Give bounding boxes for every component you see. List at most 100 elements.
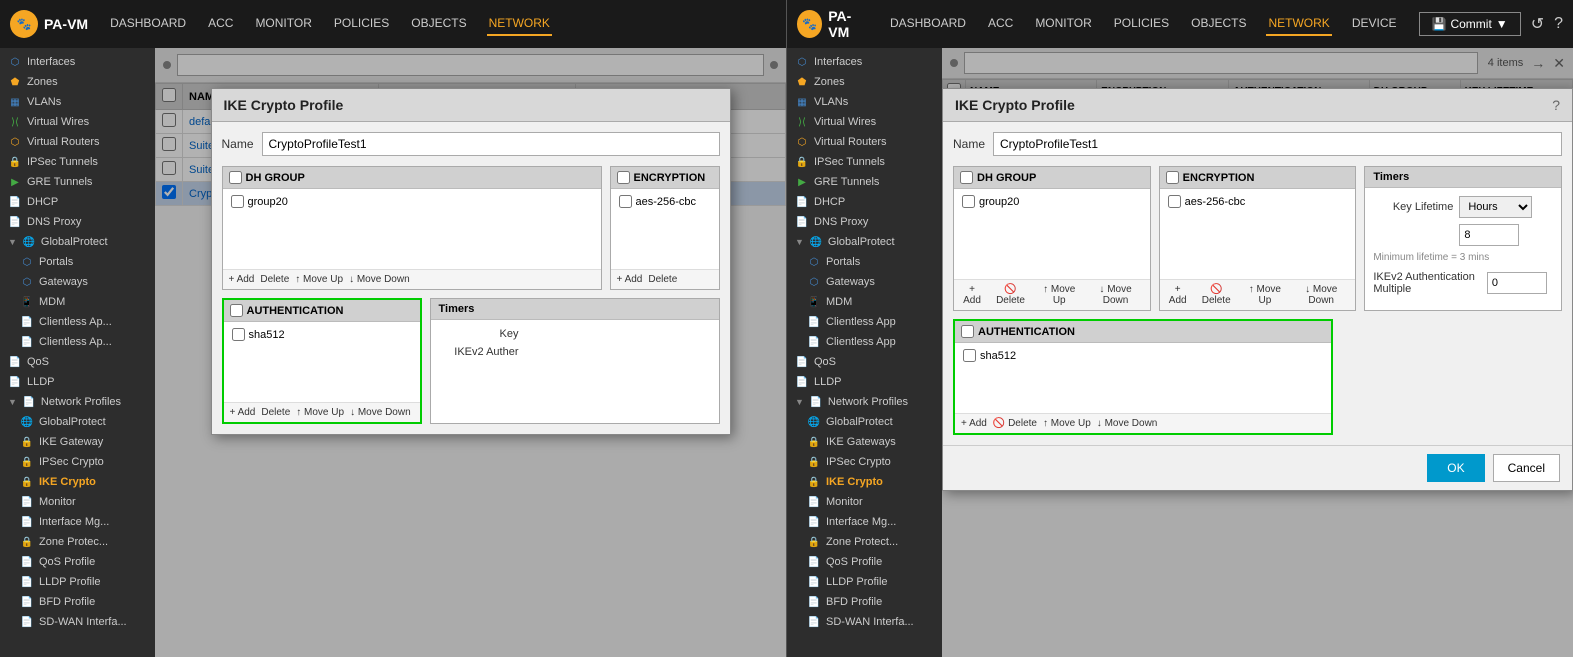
right-dh-down-btn[interactable]: ↓ Move Down bbox=[1087, 284, 1143, 306]
left-sidebar-lldpprofile[interactable]: 📄 LLDP Profile bbox=[0, 572, 155, 592]
left-dh-group-item[interactable]: group20 bbox=[227, 193, 597, 210]
right-auth-item-check[interactable] bbox=[963, 349, 976, 362]
right-auth-delete-btn[interactable]: 🚫 Delete bbox=[993, 418, 1037, 429]
left-nav-policies[interactable]: POLICIES bbox=[332, 12, 391, 36]
left-sidebar-ipsectunnels[interactable]: 🔒 IPSec Tunnels bbox=[0, 152, 155, 172]
left-sidebar-qosprofile[interactable]: 📄 QoS Profile bbox=[0, 552, 155, 572]
left-modal-name-input[interactable] bbox=[262, 132, 720, 156]
right-commit-button[interactable]: 💾 Commit ▼ bbox=[1419, 12, 1521, 36]
right-sidebar-zones[interactable]: ⬟ Zones bbox=[787, 72, 942, 92]
left-auth-item-check[interactable] bbox=[232, 328, 245, 341]
right-sidebar-netprofiles[interactable]: ▼ 📄 Network Profiles bbox=[787, 392, 942, 412]
right-cancel-button[interactable]: Cancel bbox=[1493, 454, 1560, 482]
right-sidebar-vlans[interactable]: ▦ VLANs bbox=[787, 92, 942, 112]
right-dh-item[interactable]: group20 bbox=[958, 193, 1146, 210]
left-auth-up-btn[interactable]: ↑ Move Up bbox=[296, 407, 344, 418]
left-auth-item[interactable]: sha512 bbox=[228, 326, 416, 343]
left-sidebar-interfacemg[interactable]: 📄 Interface Mg... bbox=[0, 512, 155, 532]
left-nav-objects[interactable]: OBJECTS bbox=[409, 12, 468, 36]
right-sidebar-virtualrouters[interactable]: ⬡ Virtual Routers bbox=[787, 132, 942, 152]
right-dh-up-btn[interactable]: ↑ Move Up bbox=[1037, 284, 1081, 306]
left-sidebar-netprofiles[interactable]: ▼ 📄 Network Profiles bbox=[0, 392, 155, 412]
right-nav-policies[interactable]: POLICIES bbox=[1112, 12, 1171, 36]
left-enc-add-btn[interactable]: + Add bbox=[617, 274, 643, 285]
right-sidebar-interfacemg[interactable]: 📄 Interface Mg... bbox=[787, 512, 942, 532]
left-enc-delete-btn[interactable]: Delete bbox=[648, 274, 677, 285]
left-sidebar-qos[interactable]: 📄 QoS bbox=[0, 352, 155, 372]
left-auth-check[interactable] bbox=[230, 304, 243, 317]
right-sidebar-dhcp[interactable]: 📄 DHCP bbox=[787, 192, 942, 212]
left-sidebar-globalprotect[interactable]: ▼ 🌐 GlobalProtect bbox=[0, 232, 155, 252]
left-sidebar-sdwan[interactable]: 📄 SD-WAN Interfa... bbox=[0, 612, 155, 632]
left-sidebar-zoneprotect[interactable]: 🔒 Zone Protec... bbox=[0, 532, 155, 552]
left-sidebar-zones[interactable]: ⬟ Zones bbox=[0, 72, 155, 92]
left-sidebar-virtualwires[interactable]: ⟩⟨ Virtual Wires bbox=[0, 112, 155, 132]
right-sidebar-interfaces[interactable]: ⬡ Interfaces bbox=[787, 52, 942, 72]
left-enc-item[interactable]: aes-256-cbc bbox=[615, 193, 715, 210]
left-sidebar-bfdprofile[interactable]: 📄 BFD Profile bbox=[0, 592, 155, 612]
left-sidebar-gp2[interactable]: 🌐 GlobalProtect bbox=[0, 412, 155, 432]
right-nav-monitor[interactable]: MONITOR bbox=[1033, 12, 1093, 36]
right-sidebar-gp2[interactable]: 🌐 GlobalProtect bbox=[787, 412, 942, 432]
left-sidebar-dnsproxy[interactable]: 📄 DNS Proxy bbox=[0, 212, 155, 232]
left-sidebar-mdm[interactable]: 📱 MDM bbox=[0, 292, 155, 312]
right-sidebar-virtualwires[interactable]: ⟩⟨ Virtual Wires bbox=[787, 112, 942, 132]
right-sidebar-mdm[interactable]: 📱 MDM bbox=[787, 292, 942, 312]
right-key-lifetime-select[interactable]: Hours Minutes Seconds bbox=[1459, 196, 1532, 218]
right-auth-item[interactable]: sha512 bbox=[959, 347, 1327, 364]
right-sidebar-gretunnels[interactable]: ▶ GRE Tunnels bbox=[787, 172, 942, 192]
right-dh-item-check[interactable] bbox=[962, 195, 975, 208]
right-help-icon[interactable]: ? bbox=[1554, 15, 1563, 33]
left-sidebar-clientless2[interactable]: 📄 Clientless Ap... bbox=[0, 332, 155, 352]
right-enc-item-check[interactable] bbox=[1168, 195, 1181, 208]
right-dh-group-check[interactable] bbox=[960, 171, 973, 184]
right-sidebar-zoneprotect[interactable]: 🔒 Zone Protect... bbox=[787, 532, 942, 552]
left-nav-network[interactable]: NETWORK bbox=[487, 12, 552, 36]
right-sidebar-ikegateways[interactable]: 🔒 IKE Gateways bbox=[787, 432, 942, 452]
left-dh-down-btn[interactable]: ↓ Move Down bbox=[349, 274, 410, 285]
right-sidebar-sdwan[interactable]: 📄 SD-WAN Interfa... bbox=[787, 612, 942, 632]
right-sidebar-monitor[interactable]: 📄 Monitor bbox=[787, 492, 942, 512]
right-sidebar-gateways[interactable]: ⬡ Gateways bbox=[787, 272, 942, 292]
right-modal-name-input[interactable] bbox=[993, 132, 1562, 156]
left-auth-down-btn[interactable]: ↓ Move Down bbox=[350, 407, 411, 418]
left-dh-item-check[interactable] bbox=[231, 195, 244, 208]
right-auth-up-btn[interactable]: ↑ Move Up bbox=[1043, 418, 1091, 429]
left-dh-delete-btn[interactable]: Delete bbox=[260, 274, 289, 285]
right-nav-network[interactable]: NETWORK bbox=[1266, 12, 1331, 36]
right-nav-objects[interactable]: OBJECTS bbox=[1189, 12, 1248, 36]
right-enc-up-btn[interactable]: ↑ Move Up bbox=[1243, 284, 1287, 306]
right-sidebar-qos[interactable]: 📄 QoS bbox=[787, 352, 942, 372]
right-nav-dashboard[interactable]: DASHBOARD bbox=[888, 12, 968, 36]
right-auth-down-btn[interactable]: ↓ Move Down bbox=[1097, 418, 1158, 429]
left-sidebar-vlans[interactable]: ▦ VLANs bbox=[0, 92, 155, 112]
left-sidebar-gretunnels[interactable]: ▶ GRE Tunnels bbox=[0, 172, 155, 192]
left-nav-dashboard[interactable]: DASHBOARD bbox=[108, 12, 188, 36]
left-auth-add-btn[interactable]: + Add bbox=[230, 407, 256, 418]
right-sidebar-ipsectunnels[interactable]: 🔒 IPSec Tunnels bbox=[787, 152, 942, 172]
right-sidebar-lldpprofile[interactable]: 📄 LLDP Profile bbox=[787, 572, 942, 592]
right-auth-check[interactable] bbox=[961, 325, 974, 338]
right-ok-button[interactable]: OK bbox=[1427, 454, 1484, 482]
right-sidebar-qosprofile[interactable]: 📄 QoS Profile bbox=[787, 552, 942, 572]
left-dh-up-btn[interactable]: ↑ Move Up bbox=[295, 274, 343, 285]
right-nav-device[interactable]: DEVICE bbox=[1350, 12, 1399, 36]
right-enc-delete-btn[interactable]: 🚫 Delete bbox=[1196, 284, 1237, 306]
left-nav-acc[interactable]: ACC bbox=[206, 12, 235, 36]
left-sidebar-portals[interactable]: ⬡ Portals bbox=[0, 252, 155, 272]
right-sidebar-ikecrypto[interactable]: 🔒 IKE Crypto bbox=[787, 472, 942, 492]
left-auth-delete-btn[interactable]: Delete bbox=[261, 407, 290, 418]
right-dh-add-btn[interactable]: + Add bbox=[960, 284, 984, 306]
right-dh-delete-btn[interactable]: 🚫 Delete bbox=[990, 284, 1031, 306]
right-enc-item[interactable]: aes-256-cbc bbox=[1164, 193, 1352, 210]
left-sidebar-clientless1[interactable]: 📄 Clientless Ap... bbox=[0, 312, 155, 332]
right-sidebar-lldp[interactable]: 📄 LLDP bbox=[787, 372, 942, 392]
right-nav-acc[interactable]: ACC bbox=[986, 12, 1015, 36]
left-enc-item-check[interactable] bbox=[619, 195, 632, 208]
left-enc-check[interactable] bbox=[617, 171, 630, 184]
right-sidebar-clientless1[interactable]: 📄 Clientless App bbox=[787, 312, 942, 332]
right-auth-add-btn[interactable]: + Add bbox=[961, 418, 987, 429]
left-sidebar-lldp[interactable]: 📄 LLDP bbox=[0, 372, 155, 392]
right-enc-check[interactable] bbox=[1166, 171, 1179, 184]
right-refresh-icon[interactable]: ↺ bbox=[1531, 14, 1544, 34]
